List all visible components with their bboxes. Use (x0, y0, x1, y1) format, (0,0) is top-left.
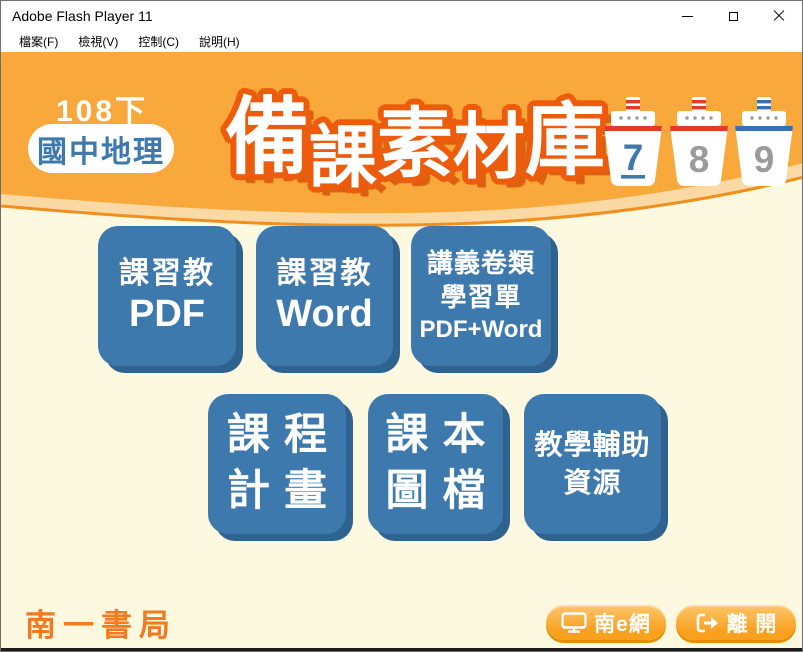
minimize-button[interactable] (664, 1, 710, 31)
boat-7-underline (621, 175, 645, 179)
exit-label: 離 開 (726, 612, 778, 636)
tile-kexijiao-word[interactable]: 課習教 Word (256, 226, 393, 366)
exit-arrow-icon (696, 613, 718, 632)
flash-player-window: Adobe Flash Player 11 檔案(F) 檢視(V) 控制(C) … (0, 0, 803, 652)
tile-handout-worksheet[interactable]: 講義卷類 學習單 PDF+Word (411, 226, 551, 366)
tile-label: 課程 (227, 411, 341, 460)
tile-textbook-images[interactable]: 課本 圖檔 (368, 394, 503, 534)
subject-badge: 國中地理 (28, 124, 174, 173)
tile-kexijiao-pdf[interactable]: 課習教 PDF (98, 226, 236, 366)
tile-label: Word (276, 292, 373, 335)
menu-bar: 檔案(F) 檢視(V) 控制(C) 說明(H) (1, 31, 802, 52)
nan-e-net-label: 南e網 (594, 612, 651, 636)
boat-number: 9 (754, 139, 775, 180)
tile-label: PDF (129, 292, 205, 335)
menu-item-help[interactable]: 說明(H) (189, 31, 250, 52)
tile-label: 教學輔助 (534, 429, 651, 461)
monitor-icon (561, 612, 587, 633)
tile-label: PDF+Word (419, 315, 543, 343)
minimize-icon (681, 15, 693, 17)
title-char: 素 (377, 102, 454, 187)
window-title: Adobe Flash Player 11 (12, 8, 153, 24)
tile-label: 圖檔 (385, 467, 500, 515)
tile-label: 講義卷類 (426, 248, 535, 279)
tile-label: 學習單 (440, 282, 522, 312)
boat-number: 7 (623, 137, 644, 178)
tile-curriculum-plan[interactable]: 課程 計畫 (208, 394, 346, 534)
tile-label: 資源 (563, 467, 622, 498)
title-char: 材 (453, 108, 526, 188)
title-char: 備 (225, 90, 310, 184)
title-bar: Adobe Flash Player 11 (1, 1, 802, 31)
menu-item-file[interactable]: 檔案(F) (9, 31, 68, 52)
page-title: 備 課 素 材 庫 (225, 66, 605, 201)
maximize-icon (728, 11, 738, 21)
flash-stage: 108下 國中地理 備 課 素 材 庫 7 8 9 課習教 PDF 課習教 Wo… (1, 52, 802, 651)
grade-boat-7[interactable]: 7 (602, 96, 664, 188)
publisher-brand: 南一書局 (25, 608, 177, 644)
menu-item-control[interactable]: 控制(C) (128, 31, 189, 52)
grade-boat-8[interactable]: 8 (668, 96, 730, 188)
title-char: 課 (309, 120, 378, 196)
title-char: 庫 (525, 96, 606, 185)
maximize-button[interactable] (710, 1, 756, 31)
tile-teaching-resources[interactable]: 教學輔助 資源 (524, 394, 661, 534)
nan-e-net-button[interactable]: 南e網 (546, 605, 666, 640)
close-icon (773, 10, 785, 22)
menu-item-view[interactable]: 檢視(V) (68, 31, 128, 52)
window-bottom-edge (1, 648, 802, 651)
exit-button[interactable]: 離 開 (676, 605, 796, 640)
close-button[interactable] (756, 1, 802, 31)
window-controls (664, 1, 802, 31)
grade-boat-9[interactable]: 9 (733, 96, 795, 188)
boat-number: 8 (689, 139, 710, 180)
tile-label: 課習教 (276, 257, 373, 291)
tile-label: 課習教 (119, 257, 215, 291)
tile-label: 計畫 (227, 467, 341, 515)
tile-label: 課本 (385, 411, 500, 460)
